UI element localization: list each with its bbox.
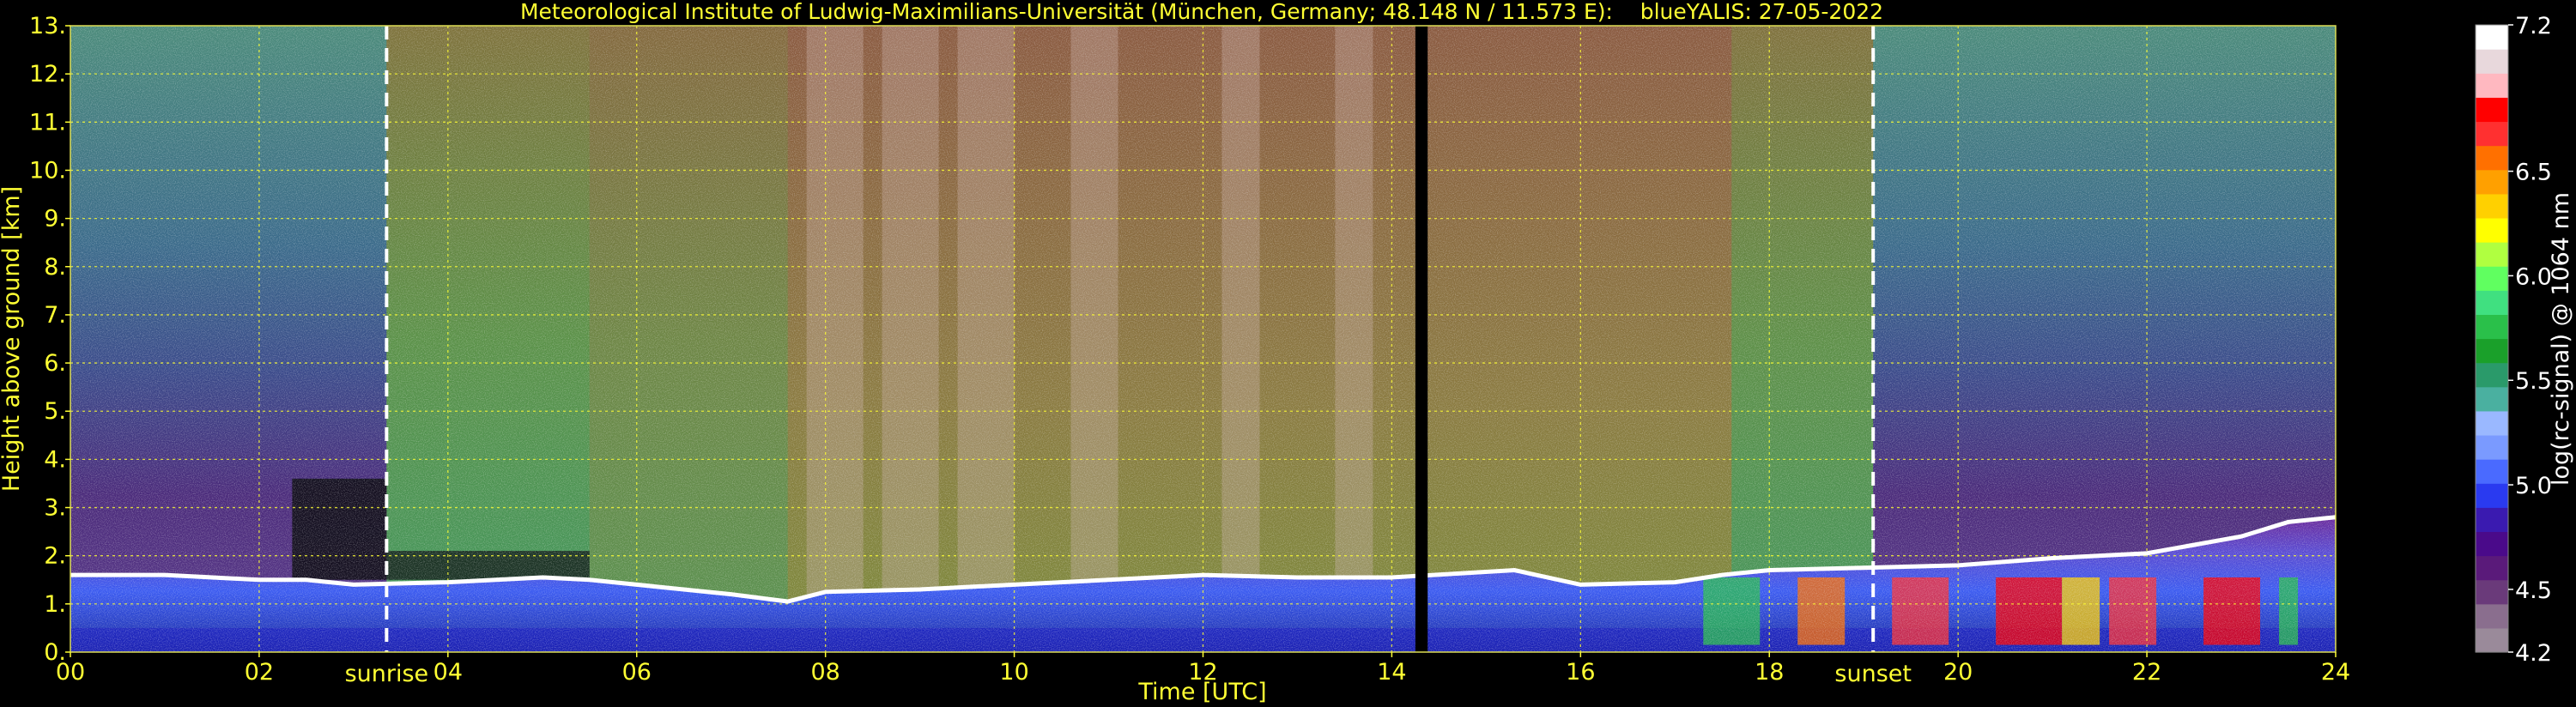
colorbar-swatch bbox=[2476, 459, 2508, 484]
y-tick-label: 11. bbox=[29, 109, 66, 136]
y-tick-label: 9. bbox=[44, 206, 66, 233]
x-tick-label: 06 bbox=[622, 659, 652, 686]
x-tick-label: 04 bbox=[433, 659, 463, 686]
lidar-figure: Meteorological Institute of Ludwig-Maxim… bbox=[0, 0, 2574, 705]
chart-title: Meteorological Institute of Ludwig-Maxim… bbox=[520, 0, 1883, 24]
colorbar-tick-label: 6.0 bbox=[2515, 263, 2552, 290]
colorbar-swatch bbox=[2476, 145, 2508, 171]
x-tick-label: 16 bbox=[1566, 659, 1595, 686]
colorbar-tick-label: 5.0 bbox=[2515, 473, 2552, 499]
y-axis-ticks: 0. 1. 2. 3. 4. 5. 6. 7. 8. 9. 10. 11. 12. 13. bbox=[29, 13, 70, 666]
y-tick-label: 0. bbox=[44, 639, 66, 666]
y-axis-label: Height above ground [km] bbox=[0, 186, 25, 492]
colorbar-tick-label: 4.2 bbox=[2515, 640, 2552, 667]
y-tick-label: 7. bbox=[44, 302, 66, 329]
data-gap bbox=[1415, 26, 1428, 652]
colorbar-swatch bbox=[2476, 627, 2508, 653]
colorbar-tick-label: 6.5 bbox=[2515, 160, 2552, 186]
colorbar-tick-label: 7.2 bbox=[2515, 13, 2552, 39]
colorbar-tick-label: 5.5 bbox=[2515, 368, 2552, 395]
colorbar-swatch bbox=[2476, 49, 2508, 74]
y-tick-label: 13. bbox=[29, 13, 66, 39]
colorbar-swatch bbox=[2476, 97, 2508, 123]
colorbar-swatch bbox=[2476, 603, 2508, 629]
y-tick-label: 12. bbox=[29, 61, 66, 88]
colorbar-label: log(rc-signal) @ 1064 nm bbox=[2548, 192, 2574, 486]
plot-area bbox=[70, 26, 2336, 652]
x-tick-label: 14 bbox=[1377, 659, 1406, 686]
colorbar-swatch bbox=[2476, 531, 2508, 557]
colorbar-swatch bbox=[2476, 290, 2508, 315]
y-tick-label: 8. bbox=[44, 254, 66, 281]
y-tick-label: 1. bbox=[44, 591, 66, 618]
y-tick-label: 6. bbox=[44, 350, 66, 377]
colorbar-swatch bbox=[2476, 193, 2508, 219]
x-tick-label: 02 bbox=[245, 659, 274, 686]
y-tick-label: 10. bbox=[29, 157, 66, 184]
colorbar-swatch bbox=[2476, 362, 2508, 388]
colorbar-swatch bbox=[2476, 410, 2508, 436]
colorbar-swatch bbox=[2476, 483, 2508, 508]
y-tick-label: 4. bbox=[44, 446, 66, 473]
colorbar-swatch bbox=[2476, 73, 2508, 98]
colorbar-swatch bbox=[2476, 217, 2508, 243]
colorbar-swatch bbox=[2476, 266, 2508, 291]
colorbar-swatch bbox=[2476, 386, 2508, 412]
colorbar-swatch bbox=[2476, 169, 2508, 195]
x-tick-label: 24 bbox=[2321, 659, 2350, 686]
colorbar-ticks: 4.2 4.5 5.0 5.5 6.0 6.5 7.2 bbox=[2508, 13, 2552, 667]
sun-annotations: sunrise sunset bbox=[345, 661, 1912, 687]
sunset-label: sunset bbox=[1834, 661, 1912, 687]
y-tick-label: 5. bbox=[44, 398, 66, 425]
sunrise-label: sunrise bbox=[345, 661, 429, 687]
colorbar-swatch bbox=[2476, 25, 2508, 50]
colorbar-swatch bbox=[2476, 314, 2508, 340]
colorbar-swatch bbox=[2476, 338, 2508, 364]
x-tick-label: 08 bbox=[810, 659, 839, 686]
x-tick-label: 20 bbox=[1943, 659, 1973, 686]
colorbar-swatch bbox=[2476, 555, 2508, 581]
x-axis-label: Time [UTC] bbox=[1137, 679, 1266, 705]
colorbar-swatch bbox=[2476, 507, 2508, 533]
x-tick-label: 18 bbox=[1755, 659, 1784, 686]
colorbar-swatch bbox=[2476, 121, 2508, 147]
y-tick-label: 3. bbox=[44, 495, 66, 522]
y-tick-label: 2. bbox=[44, 543, 66, 570]
x-tick-label: 10 bbox=[999, 659, 1028, 686]
colorbar-swatch bbox=[2476, 434, 2508, 460]
colorbar-tick-label: 4.5 bbox=[2515, 577, 2552, 604]
colorbar bbox=[2475, 24, 2509, 653]
colorbar-swatch bbox=[2476, 242, 2508, 267]
x-tick-label: 22 bbox=[2132, 659, 2161, 686]
colorbar-swatch bbox=[2476, 579, 2508, 605]
